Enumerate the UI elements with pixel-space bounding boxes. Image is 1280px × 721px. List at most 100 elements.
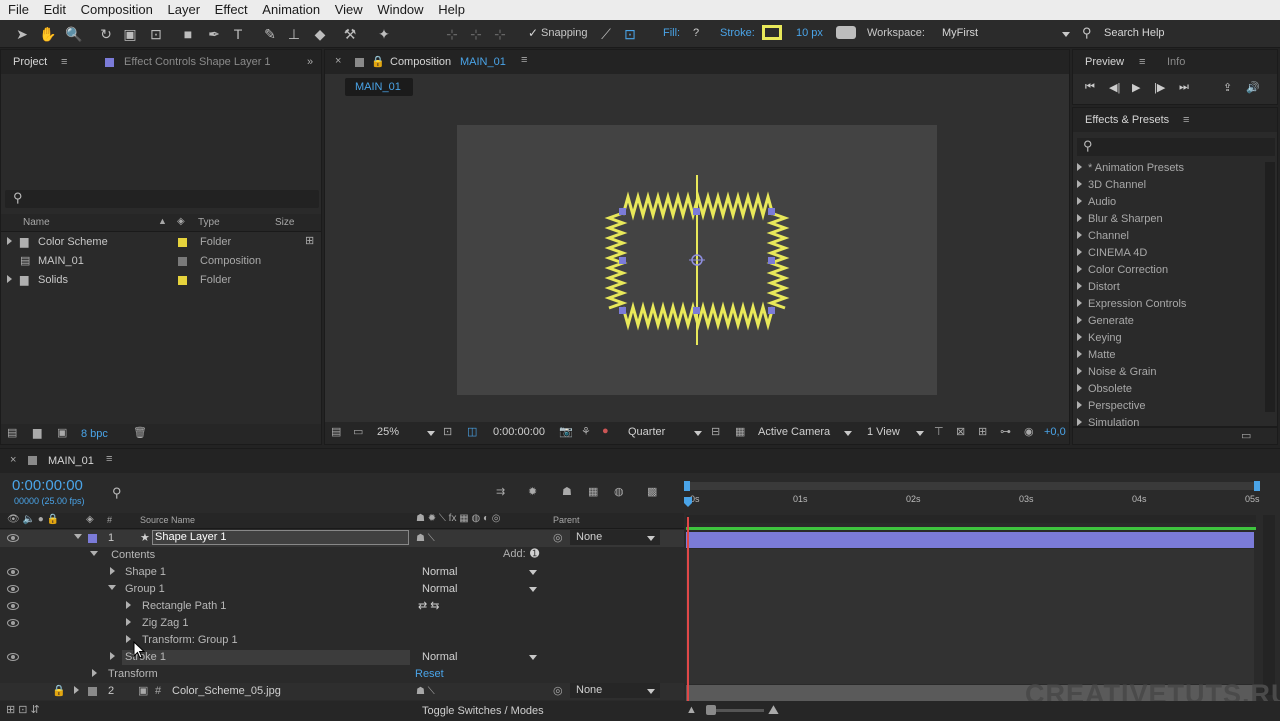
list-item[interactable]: Keying [1077, 330, 1122, 347]
visibility-eye-icon[interactable] [7, 568, 19, 576]
list-item[interactable]: Distort [1077, 279, 1120, 296]
layer-switches-toggle-icon[interactable]: ⊞ ⊡ ⇵ [6, 703, 40, 716]
panel-menu-icon[interactable]: ≡ [61, 50, 67, 74]
lock-icon[interactable]: 🔒 [371, 55, 385, 68]
show-snapshot-icon[interactable]: ⚘ [581, 425, 591, 438]
close-icon[interactable]: × [10, 454, 16, 466]
rotate-tool-icon[interactable]: ↻ [96, 24, 116, 44]
snapshot-icon[interactable]: 📷 [559, 425, 573, 438]
bpc-button[interactable]: 8 bpc [81, 428, 108, 440]
timeline-icon[interactable]: ⊞ [978, 425, 987, 438]
snap-edges-icon[interactable]: ⟋ [596, 24, 616, 44]
menu-layer[interactable]: Layer [168, 0, 201, 17]
layer-label-swatch[interactable] [88, 534, 97, 543]
visibility-eye-icon[interactable] [7, 585, 19, 593]
add-vertex-icon[interactable] [836, 26, 856, 39]
table-row[interactable]: Group 1 Normal [0, 581, 684, 598]
label-swatch[interactable] [178, 238, 187, 247]
play-icon[interactable]: ▶ [1132, 81, 1140, 94]
column-name[interactable]: Name [23, 217, 50, 228]
hand-tool-icon[interactable]: ✋ [38, 24, 58, 44]
workspace-chevron-down-icon[interactable] [1062, 32, 1070, 37]
menu-file[interactable]: File [8, 0, 29, 17]
channel-icon[interactable]: ● [602, 425, 609, 437]
list-item[interactable]: Audio [1077, 194, 1116, 211]
blend-mode-chevron-down-icon[interactable] [529, 570, 537, 575]
menu-composition[interactable]: Composition [81, 0, 153, 17]
trash-icon[interactable]: 🗑 [133, 426, 147, 439]
list-item[interactable]: Color Correction [1077, 262, 1168, 279]
label-tag-icon[interactable]: ◈ [86, 514, 94, 525]
menu-effect[interactable]: Effect [215, 0, 248, 17]
lock-icon[interactable]: 🔒 [52, 683, 66, 700]
list-item[interactable]: * Animation Presets [1077, 160, 1184, 177]
snap-features-icon[interactable]: ⊡ [620, 24, 640, 44]
expand-arrow-icon[interactable] [7, 275, 12, 283]
fast-previews-icon[interactable]: ⊟ [711, 425, 720, 438]
frame-blending-icon[interactable]: ▦ [588, 485, 598, 498]
navigator-end-handle[interactable] [1254, 481, 1260, 491]
reset-exposure-icon[interactable]: ◉ [1024, 425, 1034, 438]
list-item[interactable]: Simulation [1077, 415, 1139, 426]
visibility-eye-icon[interactable] [7, 534, 19, 542]
composition-tab-prefix[interactable]: Composition [390, 56, 451, 68]
list-item[interactable]: CINEMA 4D [1077, 245, 1147, 262]
flowchart-icon[interactable]: ⊶ [1000, 425, 1011, 438]
views-chevron-down-icon[interactable] [916, 431, 924, 436]
clone-stamp-tool-icon[interactable]: ⊥ [284, 24, 304, 44]
loop-icon[interactable]: ⇪ [1223, 81, 1232, 94]
axis-view-icon[interactable]: ⊹ [490, 24, 510, 44]
collapse-arrow-icon[interactable] [74, 534, 82, 539]
previous-frame-icon[interactable]: ◀| [1109, 81, 1120, 94]
navigator-start-handle[interactable] [684, 481, 690, 491]
close-icon[interactable]: × [335, 55, 341, 67]
transparency-grid-icon[interactable]: ◫ [467, 425, 477, 438]
composition-tab-name[interactable]: MAIN_01 [460, 56, 506, 68]
current-time-display[interactable]: 0:00:00:00 [12, 477, 83, 494]
label-tag-icon[interactable]: ◈ [177, 216, 185, 227]
expand-arrow-icon[interactable] [126, 635, 131, 643]
panel-menu-icon[interactable]: ≡ [521, 54, 527, 66]
tab-preview[interactable]: Preview [1085, 56, 1124, 68]
menu-edit[interactable]: Edit [44, 0, 66, 17]
draft-3d-icon[interactable]: ✹ [528, 485, 537, 498]
list-item[interactable]: Expression Controls [1077, 296, 1186, 313]
pick-whip-icon[interactable]: ◎ [553, 530, 563, 547]
shy-layers-icon[interactable]: ☗ [562, 485, 572, 498]
sort-up-icon[interactable]: ▲ [158, 216, 167, 226]
blend-mode-chevron-down-icon[interactable] [529, 655, 537, 660]
axis-world-icon[interactable]: ⊹ [466, 24, 486, 44]
new-folder-icon[interactable]: ▆ [33, 426, 41, 439]
toggle-pixel-aspect-icon[interactable]: ⊤ [934, 425, 944, 438]
table-row[interactable]: Stroke 1 Normal [0, 649, 684, 666]
column-size[interactable]: Size [275, 217, 294, 228]
visibility-eye-icon[interactable] [7, 619, 19, 627]
list-item[interactable]: Obsolete [1077, 381, 1132, 398]
motion-blur-icon[interactable]: ◍ [614, 485, 624, 498]
composition-canvas[interactable] [457, 125, 937, 395]
menu-animation[interactable]: Animation [262, 0, 320, 17]
tab-effect-controls[interactable]: Effect Controls Shape Layer 1 [124, 50, 271, 74]
zoom-chevron-down-icon[interactable] [427, 431, 435, 436]
fast-previews-icon[interactable]: ⊠ [956, 425, 965, 438]
expand-arrow-icon[interactable] [7, 237, 12, 245]
first-frame-icon[interactable]: ⏮ [1085, 81, 1095, 94]
column-source-name[interactable]: Source Name [140, 515, 195, 525]
graph-editor-icon[interactable]: ▩ [647, 485, 657, 498]
brush-tool-icon[interactable]: ✎ [260, 24, 280, 44]
panel-menu-icon[interactable]: ≡ [1139, 50, 1145, 74]
table-row[interactable]: Contents [90, 547, 155, 564]
effects-panel-title[interactable]: Effects & Presets [1085, 114, 1169, 126]
panel-menu-icon[interactable]: ≡ [106, 453, 112, 465]
project-search-input[interactable]: ⚲ [5, 190, 319, 208]
selection-tool-icon[interactable]: ➤ [12, 24, 32, 44]
search-icon[interactable]: ⚲ [112, 485, 122, 501]
table-row[interactable]: 🔒 2 ▣ # Color_Scheme_05.jpg ☗ ⟍ ◎ None [0, 683, 684, 700]
tab-info[interactable]: Info [1167, 50, 1185, 74]
next-frame-icon[interactable]: |▶ [1154, 81, 1165, 94]
resolution-dropdown[interactable]: Quarter [628, 426, 665, 438]
list-item[interactable]: Perspective [1077, 398, 1145, 415]
toggle-transparency-icon[interactable]: ▦ [735, 425, 745, 438]
blend-mode-dropdown[interactable]: Normal [418, 581, 542, 597]
stroke-label[interactable]: Stroke: [720, 27, 755, 39]
